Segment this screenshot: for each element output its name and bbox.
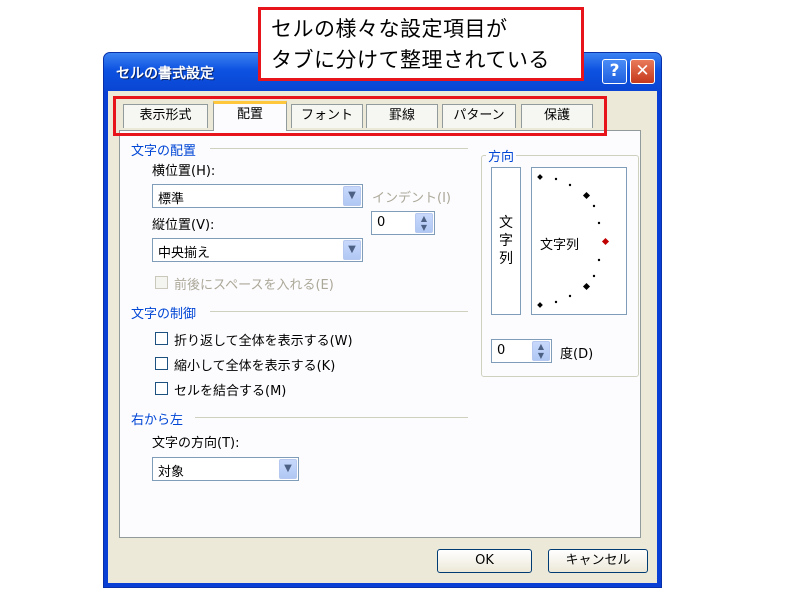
merge-cells-label: セルを結合する(M) [174,384,287,399]
vertical-select[interactable]: 中央揃え ▼ [152,238,363,262]
help-icon: ? [609,61,620,81]
tab-protection-label: 保護 [543,108,570,123]
tab-alignment[interactable]: 配置 [213,101,287,131]
group-divider [210,311,468,312]
wrap-text-checkbox[interactable] [155,332,168,345]
cancel-button[interactable]: キャンセル [548,549,648,573]
distributed-label: 前後にスペースを入れる(E) [174,278,334,293]
group-text-control: 文字の制御 [131,307,197,322]
merge-cells-checkbox[interactable] [155,382,168,395]
group-text-alignment: 文字の配置 [131,144,197,159]
tab-font-label: フォント [300,108,353,123]
tab-font[interactable]: フォント [291,104,363,128]
chevron-down-icon[interactable]: ▼ [343,240,361,260]
spinner-arrows-icon[interactable]: ▲ ▼ [415,213,433,233]
text-direction-label: 文字の方向(T): [152,436,240,451]
degrees-spinner[interactable]: 0 ▲ ▼ [491,339,552,363]
tab-number[interactable]: 表示形式 [123,104,208,128]
close-button[interactable]: ✕ [630,59,655,84]
horizontal-select[interactable]: 標準 ▼ [152,184,363,208]
vertical-char-2: 字 [499,233,513,249]
horizontal-label: 横位置(H): [152,164,216,179]
indent-label: インデント(I) [372,191,451,206]
tab-border[interactable]: 罫線 [366,104,438,128]
indent-value: 0 [377,215,386,230]
vertical-label: 縦位置(V): [152,218,215,233]
group-divider [195,417,468,418]
distributed-checkbox[interactable] [155,276,168,289]
degrees-value: 0 [497,343,506,358]
tab-patterns-label: パターン [453,108,505,123]
chevron-down-icon[interactable]: ▼ [343,186,361,206]
indent-spinner[interactable]: 0 ▲ ▼ [371,211,435,235]
callout-annotation: セルの様々な設定項目が タブに分けて整理されている [258,7,584,81]
vertical-char-3: 列 [499,251,513,267]
horizontal-value: 標準 [158,192,185,207]
help-button[interactable]: ? [602,59,627,84]
text-direction-select[interactable]: 対象 ▼ [152,457,299,481]
shrink-to-fit-label: 縮小して全体を表示する(K) [174,359,336,374]
tab-alignment-label: 配置 [236,107,263,122]
group-orientation: 方向 [486,146,517,165]
text-direction-value: 対象 [158,465,185,480]
chevron-down-icon[interactable]: ▼ [279,459,297,479]
ok-button[interactable]: OK [437,549,532,573]
orientation-dial[interactable]: 文字列 [531,167,627,315]
close-icon: ✕ [635,61,650,81]
vertical-char-1: 文 [499,215,513,231]
vertical-text-toggle[interactable]: 文 字 列 [491,167,521,315]
vertical-value: 中央揃え [158,246,211,261]
callout-line-2: タブに分けて整理されている [271,48,550,72]
spinner-arrows-icon[interactable]: ▲ ▼ [532,341,550,361]
shrink-to-fit-checkbox[interactable] [155,357,168,370]
tab-border-label: 罫線 [388,108,415,123]
wrap-text-label: 折り返して全体を表示する(W) [174,334,353,349]
window-title: セルの書式設定 [116,66,214,82]
degrees-label: 度(D) [560,347,594,362]
group-divider [210,148,468,149]
tab-patterns[interactable]: パターン [442,104,516,128]
dial-text: 文字列 [540,238,580,253]
tab-number-label: 表示形式 [139,108,192,123]
callout-line-1: セルの様々な設定項目が [271,17,508,41]
group-right-to-left: 右から左 [131,413,184,428]
tab-protection[interactable]: 保護 [521,104,593,128]
